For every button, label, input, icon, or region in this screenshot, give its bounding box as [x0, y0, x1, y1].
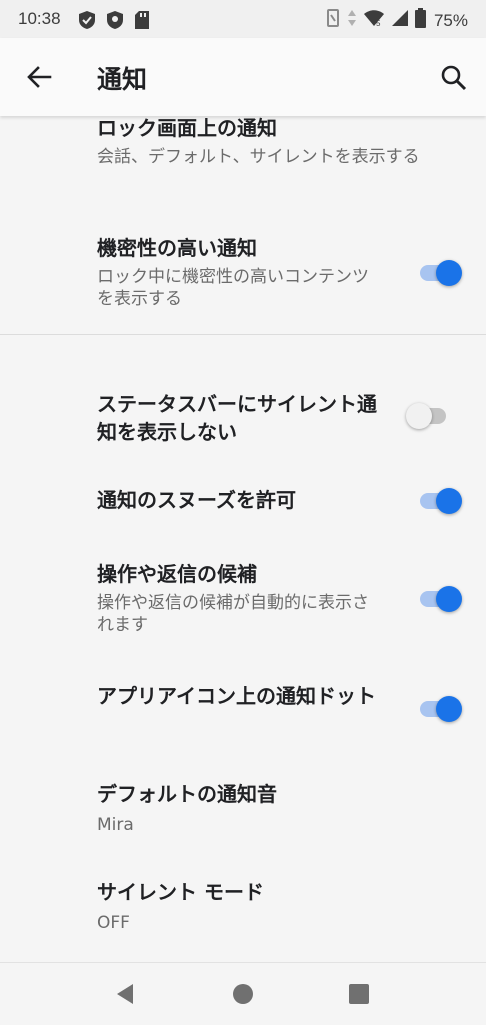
setting-subtitle: Mira	[97, 815, 134, 835]
arrow-back-icon[interactable]	[24, 62, 54, 92]
setting-subtitle: 操作や返信の候補が自動的に表示されます	[97, 593, 369, 635]
svg-text:5: 5	[376, 19, 381, 27]
setting-title: ロック画面上の通知	[97, 116, 277, 140]
toggle-thumb	[406, 403, 432, 429]
notification-dots-toggle[interactable]	[416, 694, 462, 724]
setting-subtitle: 会話、デフォルト、サイレントを表示する	[97, 147, 420, 167]
vibrate-icon	[325, 8, 341, 33]
toggle-thumb	[436, 488, 462, 514]
app-bar: 通知	[0, 38, 486, 116]
navigation-bar	[0, 962, 486, 1025]
cell-signal-icon	[391, 9, 409, 32]
setting-title: 機密性の高い通知	[97, 236, 257, 260]
setting-title: ステータスバーにサイレント通知を表示しない	[97, 392, 377, 444]
setting-lockscreen-notifications[interactable]: ロック画面上の通知 会話、デフォルト、サイレントを表示する	[0, 116, 486, 204]
status-bar: 10:38 5 75%	[0, 0, 486, 38]
settings-list: ロック画面上の通知 会話、デフォルト、サイレントを表示する 機密性の高い通知 ロ…	[0, 116, 486, 962]
shield-icon	[106, 10, 124, 35]
setting-title: 操作や返信の候補	[97, 562, 257, 586]
recents-square-icon[interactable]	[346, 981, 372, 1007]
setting-title: アプリアイコン上の通知ドット	[97, 684, 376, 708]
setting-title: サイレント モード	[97, 880, 264, 904]
battery-percent: 75%	[433, 10, 468, 30]
setting-title: デフォルトの通知音	[97, 782, 277, 806]
status-time: 10:38	[18, 9, 61, 28]
setting-subtitle: OFF	[97, 913, 130, 933]
sd-card-icon	[134, 10, 150, 35]
sensitive-toggle[interactable]	[416, 258, 462, 288]
section-divider	[0, 334, 486, 335]
battery-icon	[414, 8, 426, 33]
back-triangle-icon[interactable]	[113, 981, 139, 1007]
setting-allow-snooze[interactable]: 通知のスヌーズを許可	[0, 474, 486, 534]
silent-statusbar-toggle[interactable]	[406, 401, 452, 431]
toggle-thumb	[436, 696, 462, 722]
setting-suggested-actions[interactable]: 操作や返信の候補 操作や返信の候補が自動的に表示されます	[0, 558, 486, 648]
data-arrows-icon	[347, 8, 357, 33]
setting-default-sound[interactable]: デフォルトの通知音 Mira	[0, 776, 486, 842]
search-icon[interactable]	[440, 64, 468, 92]
setting-sensitive-notifications[interactable]: 機密性の高い通知 ロック中に機密性の高いコンテンツを表示する	[0, 220, 486, 330]
toggle-thumb	[436, 260, 462, 286]
snooze-toggle[interactable]	[416, 486, 462, 516]
setting-hide-silent-statusbar[interactable]: ステータスバーにサイレント通知を表示しない	[0, 376, 486, 456]
setting-do-not-disturb[interactable]: サイレント モード OFF	[0, 874, 486, 940]
home-circle-icon[interactable]	[230, 981, 256, 1007]
page-title: 通知	[97, 65, 148, 94]
wifi-icon: 5	[363, 9, 385, 32]
setting-title: 通知のスヌーズを許可	[97, 488, 296, 512]
setting-notification-dots[interactable]: アプリアイコン上の通知ドット	[0, 678, 486, 748]
shield-check-icon	[78, 10, 96, 35]
toggle-thumb	[436, 586, 462, 612]
setting-subtitle: ロック中に機密性の高いコンテンツを表示する	[97, 267, 369, 309]
suggested-actions-toggle[interactable]	[416, 584, 462, 614]
